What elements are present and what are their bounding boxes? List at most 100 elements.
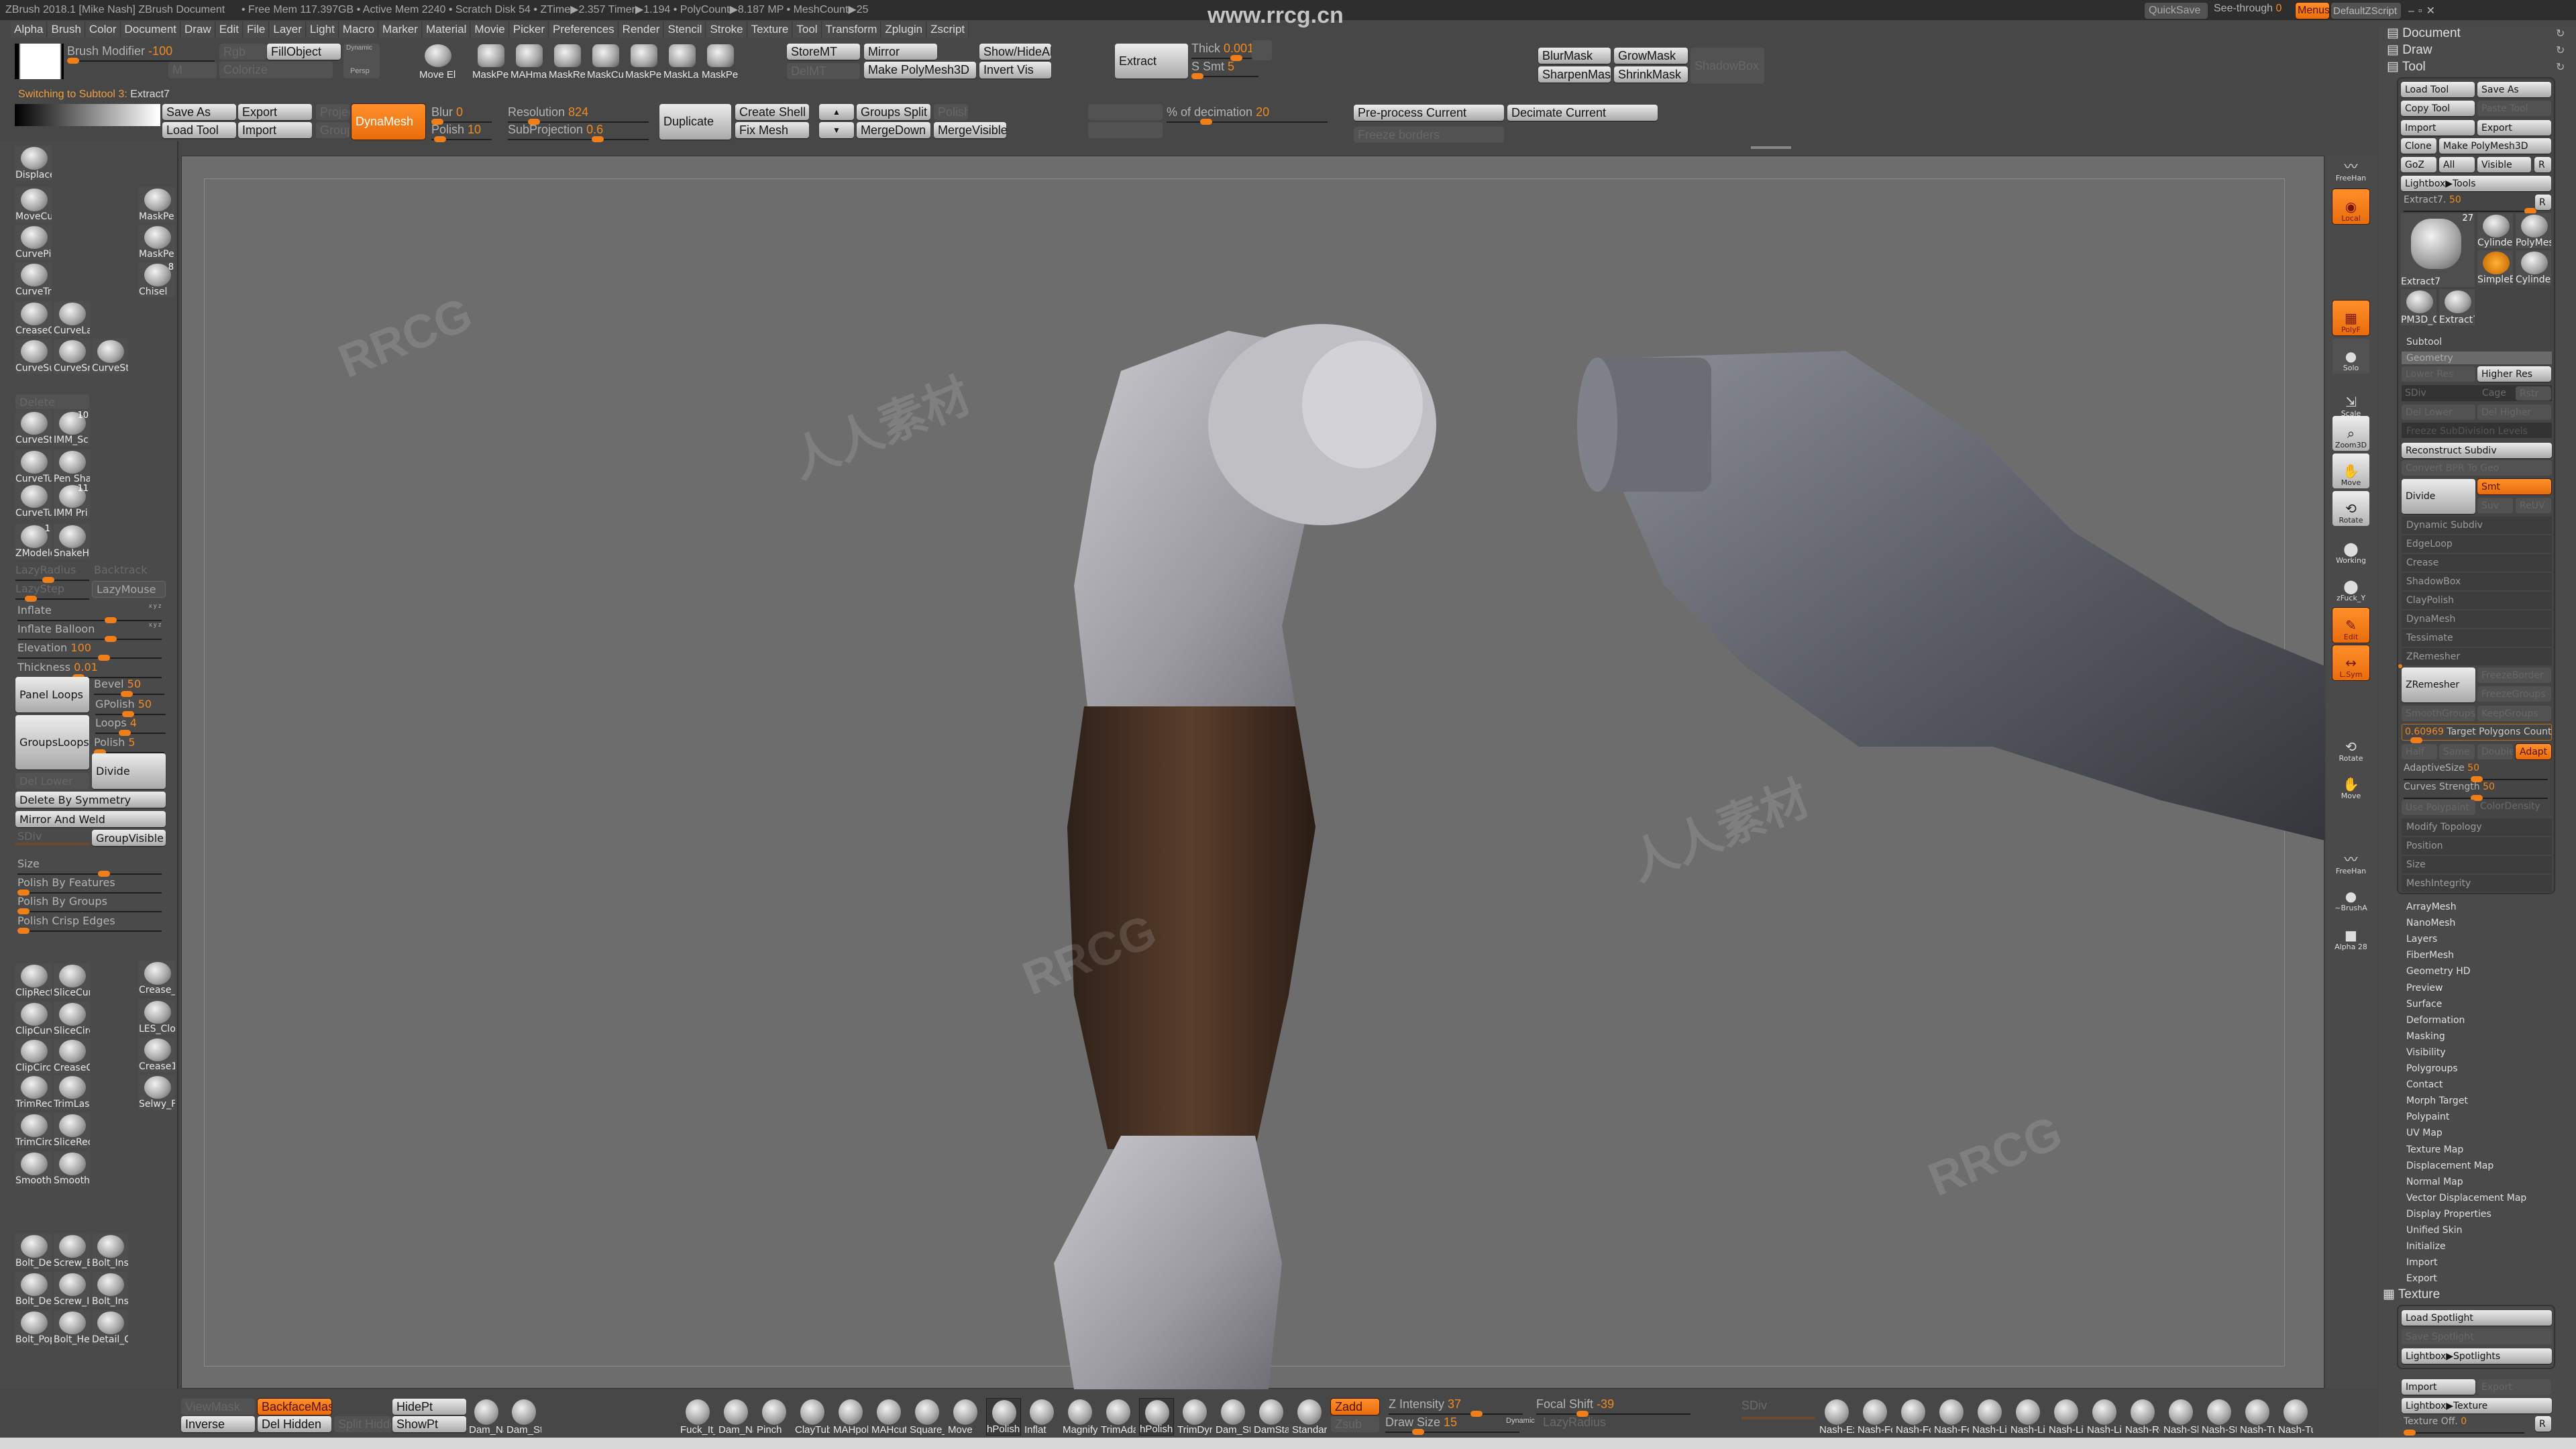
lightbox-texture-button[interactable]: Lightbox▶Texture (2402, 1398, 2552, 1413)
cage-button[interactable]: Cage (2482, 388, 2506, 398)
make-polymesh-button[interactable]: Make PolyMesh3D (2439, 138, 2551, 154)
save-as-button[interactable]: Save As (2477, 82, 2551, 97)
reconstruct-subdiv-button[interactable]: Reconstruct Subdiv (2402, 443, 2552, 458)
lazy-mouse-button[interactable]: LazyMouse (92, 581, 166, 598)
nash-brush[interactable]: Nash-Ex (1819, 1398, 1854, 1436)
tool-section-polypaint[interactable]: Polypaint (2406, 1112, 2449, 1122)
slider-knob[interactable] (17, 928, 30, 934)
inflate-slider[interactable]: Inflate (17, 604, 52, 616)
quick-brush[interactable]: hPolish (986, 1398, 1021, 1436)
nash-brush[interactable]: Nash-Li (1972, 1398, 2007, 1436)
backface-mask-toggle[interactable]: BackfaceMask (258, 1399, 331, 1415)
lightbox-spotlights-button[interactable]: Lightbox▶Spotlights (2402, 1348, 2552, 1364)
shelf-button--brusha[interactable]: ● ~BrushA (2332, 879, 2369, 914)
gradient-swatch[interactable] (15, 104, 160, 126)
zadd-toggle[interactable]: Zadd (1331, 1399, 1379, 1415)
tool-thumb[interactable]: Extract7 27 (2401, 213, 2475, 287)
subpalette-meshintegrity[interactable]: MeshIntegrity (2402, 875, 2552, 893)
insert-brush-thumb[interactable]: Screw_In (54, 1272, 90, 1307)
polish-slider[interactable]: Polish 10 (431, 123, 481, 137)
menu-edit[interactable]: Edit (215, 21, 243, 38)
inflate-balloon-slider[interactable]: Inflate Balloon (17, 623, 95, 635)
goz-button[interactable]: GoZ (2401, 157, 2436, 172)
brush-thumb[interactable]: IMM Pri 11 (54, 484, 90, 519)
brush-thumb[interactable]: CurveSt (92, 339, 128, 374)
quick-brush[interactable]: TrimAda (1101, 1398, 1136, 1436)
slider-track[interactable] (1536, 1413, 1690, 1415)
quick-brush[interactable]: MAHpol (833, 1398, 868, 1436)
brush-slot[interactable]: MaskRe (549, 43, 585, 80)
brush-thumb[interactable]: CurveSu (15, 339, 52, 374)
tool-section-nanomesh[interactable]: NanoMesh (2406, 918, 2455, 928)
palette-tool[interactable]: ▤ Tool (2387, 59, 2426, 74)
menu-zplugin[interactable]: Zplugin (881, 21, 927, 38)
quicksave-button[interactable]: QuickSave (2145, 3, 2208, 19)
elevation-slider[interactable]: Elevation 100 (17, 641, 91, 654)
nash-brush[interactable]: Nash-Li (2087, 1398, 2122, 1436)
menu-material[interactable]: Material (422, 21, 471, 38)
all-button[interactable]: All (2439, 157, 2475, 172)
brush-thumb[interactable]: MaskPe (139, 187, 175, 222)
brush-thumb[interactable]: CurveSt (15, 411, 52, 445)
canvas-viewport[interactable]: RRCG 人人素材 RRCG 人人素材 RRCG (181, 156, 2325, 1389)
subprojection-slider[interactable]: SubProjection 0.6 (508, 123, 603, 137)
texture-slider[interactable]: Texture Off. 0 (2404, 1416, 2467, 1427)
nash-brush[interactable]: Nash-Ro (2125, 1398, 2160, 1436)
higher-res-button[interactable]: Higher Res (2477, 366, 2551, 382)
tool-section-arraymesh[interactable]: ArrayMesh (2406, 902, 2457, 912)
menu-transform[interactable]: Transform (822, 21, 881, 38)
shelf-button-rotate[interactable]: ⟲ Rotate (2332, 729, 2369, 764)
paste-tool-button[interactable]: Paste Tool (2477, 101, 2551, 116)
insert-brush-thumb[interactable]: Bolt_Det (15, 1272, 52, 1307)
xyz-toggle[interactable]: x y z (149, 621, 162, 628)
tool-section-unified-skin[interactable]: Unified Skin (2406, 1225, 2463, 1236)
subpalette-shadowbox[interactable]: ShadowBox (2402, 573, 2552, 591)
tool-section-deformation[interactable]: Deformation (2406, 1015, 2465, 1026)
loops-slider[interactable]: Loops 4 (95, 716, 137, 729)
slider-knob[interactable] (121, 691, 133, 697)
slider-track[interactable] (17, 873, 162, 875)
texture-import-button[interactable]: Import (2402, 1379, 2475, 1395)
load-tool-button[interactable]: Load Tool (2401, 82, 2475, 97)
brush-thumb[interactable]: CurveTr (15, 262, 52, 297)
lazy-radius-slider[interactable]: LazyRadius (1543, 1415, 1606, 1430)
decimation-slider[interactable]: % of decimation 20 (1167, 105, 1269, 119)
brush-thumb[interactable]: CreaseC (15, 301, 52, 336)
delete-by-symmetry-button[interactable]: Delete By Symmetry (15, 792, 166, 808)
shelf-button-zoom3d[interactable]: ⌕ Zoom3D (2332, 416, 2369, 451)
subpalette-dynamesh[interactable]: DynaMesh (2402, 610, 2552, 629)
brush-thumb[interactable]: SnakeHc (54, 524, 90, 559)
create-shell-button[interactable]: Create Shell (735, 104, 809, 120)
freeze-border-toggle[interactable]: FreezeBorder (2477, 667, 2551, 683)
zsub-toggle[interactable]: Zsub (1331, 1416, 1379, 1432)
slider-knob[interactable] (434, 136, 446, 142)
shelf-button-zfuck-y[interactable]: ⬤ zFuck_Y (2332, 569, 2369, 604)
tool-section-uv-map[interactable]: UV Map (2406, 1128, 2443, 1138)
polish-button[interactable]: Polish (934, 104, 968, 120)
brush-thumb[interactable]: MaskPe (139, 225, 175, 260)
tool-section-polygroups[interactable]: Polygroups (2406, 1063, 2458, 1074)
slider-knob[interactable] (1200, 119, 1212, 125)
polish-by-features-slider[interactable]: Polish By Features (17, 876, 115, 889)
subpalette-zremesher[interactable]: ZRemesher (2402, 648, 2552, 666)
sdiv-track[interactable] (15, 843, 89, 845)
groups-loops-button[interactable]: GroupsLoops (15, 715, 89, 769)
tool-section-import[interactable]: Import (2406, 1257, 2437, 1268)
polish-by-groups-slider[interactable]: Polish By Groups (17, 895, 107, 908)
divide-button[interactable]: Divide (92, 753, 166, 789)
quick-brush[interactable]: Inflat (1024, 1398, 1059, 1436)
menu-document[interactable]: Document (121, 21, 181, 38)
nash-brush[interactable]: Nash-Sl (2163, 1398, 2198, 1436)
sharpen-mask-button[interactable]: SharpenMask (1538, 66, 1611, 83)
shrink-mask-button[interactable]: ShrinkMask (1614, 66, 1688, 83)
mirror-and-weld-button[interactable]: Mirror And Weld (15, 811, 166, 827)
quick-brush[interactable]: Pinch (757, 1398, 792, 1436)
menu-picker[interactable]: Picker (509, 21, 549, 38)
subpalette-claypolish[interactable]: ClayPolish (2402, 592, 2552, 610)
texture-r-button[interactable]: R (2535, 1416, 2551, 1432)
tool-thumb[interactable]: Extract7 (2439, 289, 2475, 325)
panel-loops-button[interactable]: Panel Loops (15, 677, 89, 712)
tool-section-fibermesh[interactable]: FiberMesh (2406, 950, 2454, 961)
close-icon[interactable]: ✕ (2426, 5, 2439, 17)
shelf-button-polyf[interactable]: ▦ PolyF (2332, 301, 2369, 335)
